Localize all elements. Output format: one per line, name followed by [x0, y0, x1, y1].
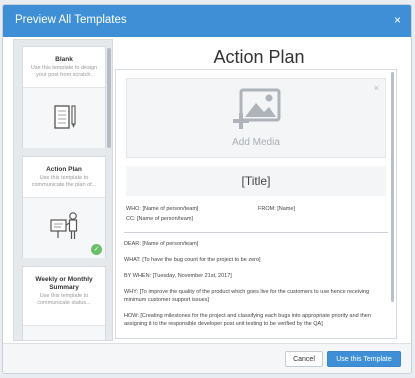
template-card-description: Use this template to communicate status.… — [37, 293, 91, 306]
what-line: WHAT: [To have the bug count for the pro… — [124, 257, 261, 263]
cc-line: CC: [Name of person/team] — [126, 216, 193, 222]
dialog-header: Preview All Templates × — [3, 5, 411, 37]
template-card-description: Use this template to communicate the pla… — [31, 175, 97, 188]
template-card-description: Use this template to design your post fr… — [30, 65, 98, 78]
sidebar-scrollbar[interactable] — [107, 48, 111, 148]
notepad-pencil-icon — [54, 105, 76, 129]
image-add-icon — [233, 88, 281, 129]
media-close-icon[interactable]: × — [374, 83, 379, 93]
template-thumbnail: ✓ — [23, 197, 105, 258]
template-card-weekly-summary[interactable]: Weekly or Monthly Summary Use this templ… — [22, 266, 106, 340]
selected-check-icon: ✓ — [91, 244, 102, 255]
preview-document: × Add Media [Title] WHO: [Name of person… — [115, 69, 397, 339]
template-thumbnail — [23, 87, 105, 148]
template-card-blank[interactable]: Blank Use this template to design your p… — [22, 46, 106, 148]
who-line: WHO: [Name of person/team] — [126, 206, 199, 212]
template-list: Blank Use this template to design your p… — [13, 39, 113, 341]
cancel-button[interactable]: Cancel — [285, 351, 323, 367]
title-placeholder[interactable]: [Title] — [126, 166, 386, 196]
from-line: FROM: [Name] — [258, 206, 295, 212]
template-thumbnail — [23, 325, 105, 340]
add-media-area[interactable]: × Add Media — [126, 78, 386, 158]
use-template-button[interactable]: Use this Template — [327, 351, 401, 367]
preview-scrollbar[interactable] — [391, 72, 394, 302]
preview-templates-dialog: Preview All Templates × Blank Use this t… — [2, 4, 412, 374]
dialog-footer: Cancel Use this Template — [3, 343, 411, 373]
template-card-title: Blank — [55, 56, 73, 63]
by-when-line: BY WHEN: [Tuesday, November 21st, 2017] — [124, 273, 232, 279]
template-card-action-plan[interactable]: Action Plan Use this template to communi… — [22, 156, 106, 258]
template-card-title: Action Plan — [46, 166, 82, 173]
dialog-title: Preview All Templates — [15, 14, 127, 26]
preview-heading: Action Plan — [213, 47, 305, 67]
template-card-title: Weekly or Monthly Summary — [35, 276, 93, 291]
add-media-label: Add Media — [232, 137, 280, 148]
why-line: WHY: [To improve the quality of the prod… — [124, 289, 370, 303]
close-icon[interactable]: × — [394, 13, 401, 27]
dear-line: DEAR: [Name of person/team] — [124, 241, 199, 247]
template-preview: Action Plan × Add Media [Title] WHO: [Na… — [115, 39, 403, 341]
section-divider — [124, 232, 388, 233]
how-line: HOW: [Creating milestones for the projec… — [124, 313, 371, 327]
